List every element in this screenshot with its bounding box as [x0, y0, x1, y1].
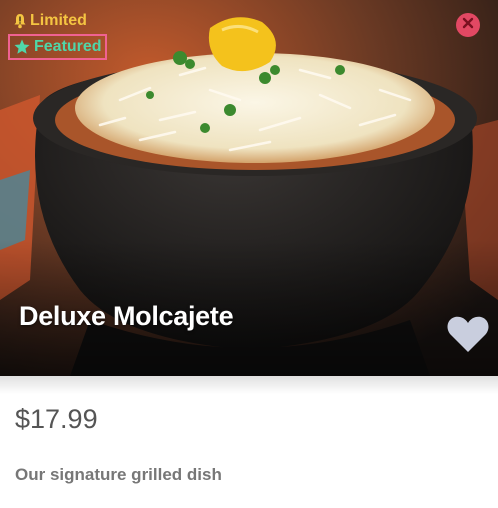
price-label: $17.99 — [15, 404, 98, 434]
dish-photo: Limited Featured Deluxe Molcajete — [0, 0, 498, 376]
menu-item-card: Limited Featured Deluxe Molcajete $17.99… — [0, 0, 498, 508]
dish-description: Our signature grilled dish — [15, 465, 222, 484]
close-icon — [462, 16, 474, 34]
dish-title: Deluxe Molcajete — [19, 301, 234, 331]
favorite-button[interactable] — [446, 314, 490, 354]
bell-icon — [13, 13, 27, 29]
badge-list: Limited Featured — [8, 10, 107, 60]
limited-badge-label: Limited — [30, 12, 87, 29]
featured-badge: Featured — [8, 34, 107, 60]
limited-badge: Limited — [10, 10, 105, 32]
heart-icon — [446, 316, 490, 358]
featured-badge-label: Featured — [34, 38, 102, 55]
close-button[interactable] — [456, 13, 480, 37]
star-icon — [13, 38, 31, 56]
photo-shadow — [0, 376, 498, 394]
